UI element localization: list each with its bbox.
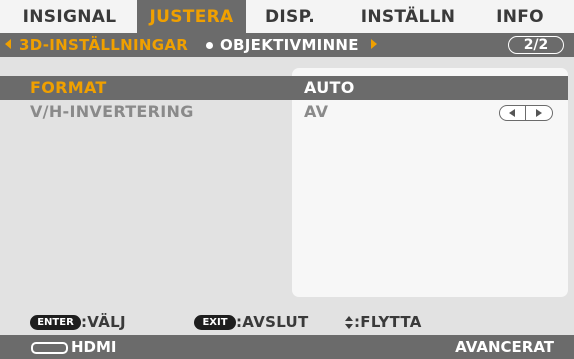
exit-key-badge: EXIT xyxy=(194,315,236,330)
tab-info[interactable]: INFO xyxy=(487,0,553,33)
submenu-current[interactable]: 3D-INSTÄLLNINGAR xyxy=(19,33,188,57)
hdmi-connector-icon xyxy=(31,342,68,354)
left-right-stepper[interactable] xyxy=(499,105,553,121)
setting-value: AUTO xyxy=(304,78,355,97)
setting-label: FORMAT xyxy=(30,78,107,97)
setting-row-vh-invertering[interactable]: V/H-INVERTERING AV xyxy=(0,100,568,124)
tab-disp[interactable]: DISP. xyxy=(246,0,334,33)
submenu-bar: 3D-INSTÄLLNINGAR OBJEKTIVMINNE 2/2 xyxy=(0,33,574,57)
enter-key-badge: ENTER xyxy=(30,315,81,330)
tab-justera[interactable]: JUSTERA xyxy=(137,0,246,33)
status-bar: HDMI AVANCERAT xyxy=(0,335,574,359)
enter-action: :VÄLJ xyxy=(81,313,126,331)
tab-insignal[interactable]: INSIGNAL xyxy=(17,0,122,33)
move-action: :FLYTTA xyxy=(354,313,422,331)
stepper-divider xyxy=(525,106,526,120)
tab-installn[interactable]: INSTÄLLN xyxy=(349,0,467,33)
menu-tabs: INSIGNAL JUSTERA DISP. INSTÄLLN INFO xyxy=(0,0,574,33)
arrow-right-icon[interactable] xyxy=(371,39,377,49)
exit-action: :AVSLUT xyxy=(236,313,309,331)
left-arrow-icon[interactable] xyxy=(509,109,515,117)
setting-label: V/H-INVERTERING xyxy=(30,102,194,121)
up-down-arrows-icon xyxy=(344,316,354,330)
menu-mode: AVANCERAT xyxy=(455,338,554,356)
page-indicator: 2/2 xyxy=(508,36,564,54)
input-source: HDMI xyxy=(71,338,117,356)
help-bar: ENTER :VÄLJ EXIT :AVSLUT :FLYTTA xyxy=(0,310,574,334)
submenu-next[interactable]: OBJEKTIVMINNE xyxy=(220,33,359,57)
bullet-icon xyxy=(206,42,213,49)
arrow-left-icon[interactable] xyxy=(5,39,11,49)
setting-value: AV xyxy=(304,102,329,121)
setting-row-format[interactable]: FORMAT AUTO xyxy=(0,76,568,100)
right-arrow-icon[interactable] xyxy=(536,109,542,117)
